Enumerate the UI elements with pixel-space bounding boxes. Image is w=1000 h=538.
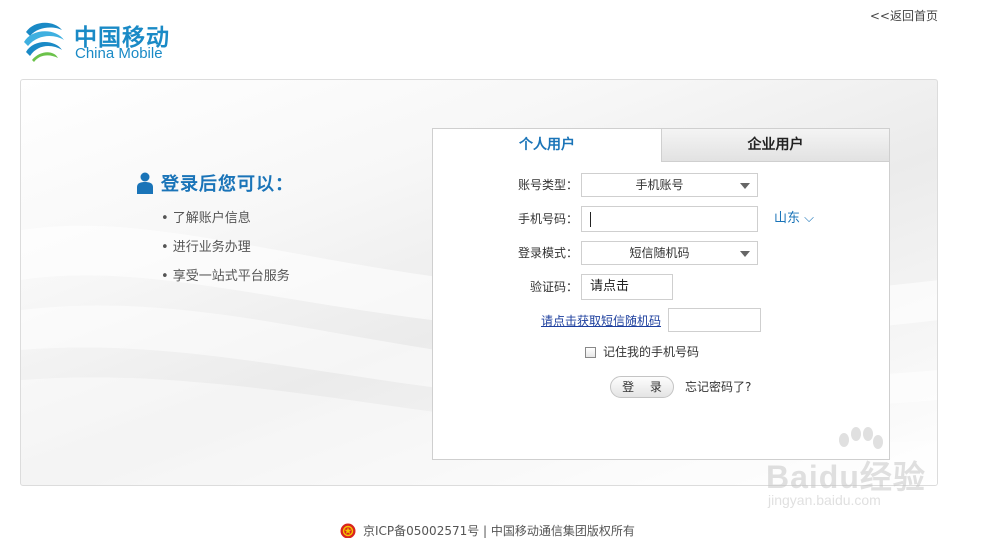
account-type-row: 账号类型： 手机账号 <box>433 172 891 198</box>
login-mode-value: 短信随机码 <box>629 246 690 260</box>
captcha-row: 验证码： 请点击 <box>433 274 891 300</box>
account-type-select[interactable]: 手机账号 <box>581 173 758 197</box>
baidu-jingyan-watermark: Baidu经验 jingyan.baidu.com <box>760 426 960 520</box>
benefits-title: 登录后您可以： <box>161 174 294 195</box>
benefits-list: • 了解账户信息 • 进行业务办理 • 享受一站式平台服务 <box>161 204 294 291</box>
tab-enterprise-user[interactable]: 企业用户 <box>661 129 889 162</box>
logo-text-en: China Mobile <box>75 45 163 62</box>
main-panel: 登录后您可以： • 了解账户信息 • 进行业务办理 • 享受一站式平台服务 个人… <box>20 79 938 486</box>
china-mobile-logo[interactable]: 中国移动 China Mobile <box>20 16 180 66</box>
benefit-item: • 享受一站式平台服务 <box>161 269 290 284</box>
back-home-link[interactable]: <<返回首页 <box>870 7 938 24</box>
submit-row: 登 录 忘记密码了? <box>433 376 891 402</box>
remember-phone-label: 记住我的手机号码 <box>603 345 700 359</box>
phone-row: 手机号码： 山东 ⌵ <box>433 206 891 232</box>
benefits-section: 登录后您可以： • 了解账户信息 • 进行业务办理 • 享受一站式平台服务 <box>137 170 294 291</box>
dropdown-arrow-icon <box>740 251 750 257</box>
national-emblem-icon <box>340 523 356 538</box>
login-mode-select[interactable]: 短信随机码 <box>581 241 758 265</box>
sms-code-input[interactable] <box>668 308 761 332</box>
text-caret <box>590 212 591 227</box>
remember-phone-option[interactable]: 记住我的手机号码 <box>585 339 699 365</box>
captcha-label: 验证码： <box>529 280 578 294</box>
login-mode-row: 登录模式： 短信随机码 <box>433 240 891 266</box>
captcha-input[interactable]: 请点击 <box>581 274 673 300</box>
benefit-item: • 进行业务办理 <box>161 240 251 255</box>
login-mode-label: 登录模式： <box>517 246 578 260</box>
dropdown-arrow-icon <box>740 183 750 189</box>
benefit-item: • 了解账户信息 <box>161 211 251 226</box>
login-button[interactable]: 登 录 <box>610 376 674 398</box>
phone-label: 手机号码： <box>517 212 578 226</box>
get-sms-code-link[interactable]: 请点击获取短信随机码 <box>541 308 661 334</box>
watermark-url: jingyan.baidu.com <box>768 492 881 508</box>
footer-copyright: 京ICP备05002571号 | 中国移动通信集团版权所有 <box>363 524 635 538</box>
footer: 京ICP备05002571号 | 中国移动通信集团版权所有 <box>340 522 635 538</box>
forgot-password-link[interactable]: 忘记密码了? <box>685 376 751 398</box>
user-icon <box>137 172 153 194</box>
tab-personal-user[interactable]: 个人用户 <box>433 129 661 162</box>
sms-code-row: 请点击获取短信随机码 <box>433 308 891 334</box>
china-mobile-logo-icon <box>24 22 64 62</box>
account-type-value: 手机账号 <box>635 178 684 192</box>
login-form: 个人用户 企业用户 账号类型： 手机账号 手机号码： 山东 ⌵ 登录模式： 短信… <box>432 128 890 460</box>
remember-phone-checkbox[interactable] <box>585 346 596 358</box>
user-type-tabs: 个人用户 企业用户 <box>433 129 889 162</box>
benefits-header: 登录后您可以： <box>137 170 294 196</box>
phone-number-input[interactable] <box>581 206 758 232</box>
account-type-label: 账号类型： <box>517 178 578 192</box>
region-select[interactable]: 山东 ⌵ <box>774 206 814 232</box>
remember-row: 记住我的手机号码 <box>433 339 891 365</box>
